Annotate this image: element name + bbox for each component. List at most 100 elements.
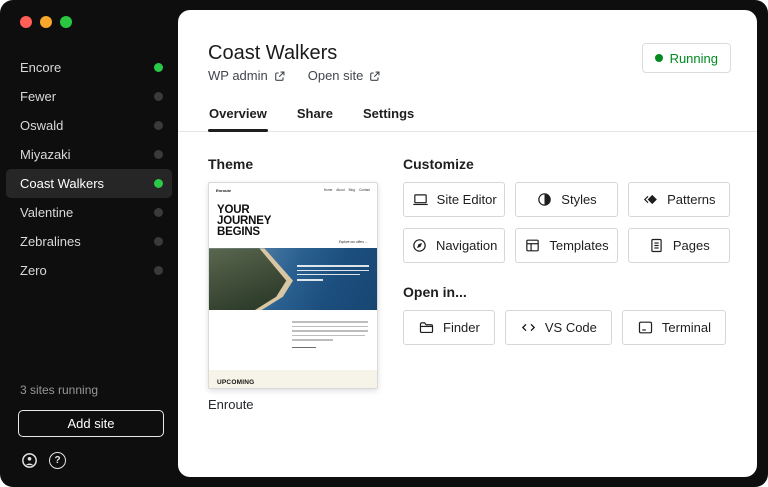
- help-icon[interactable]: ?: [49, 452, 66, 469]
- tab-share[interactable]: Share: [296, 100, 334, 131]
- site-name: Fewer: [20, 89, 56, 104]
- templates-button[interactable]: Templates: [515, 228, 617, 263]
- pages-button[interactable]: Pages: [628, 228, 730, 263]
- sidebar-item-fewer[interactable]: Fewer: [6, 82, 172, 111]
- open-site-link[interactable]: Open site: [308, 68, 382, 83]
- customize-section: Customize Site Editor Styles: [403, 156, 730, 412]
- sidebar-item-miyazaki[interactable]: Miyazaki: [6, 140, 172, 169]
- open-finder-button[interactable]: Finder: [403, 310, 495, 345]
- running-dot-icon: [655, 54, 663, 62]
- main-panel: Coast Walkers WP admin Open site Running: [178, 10, 757, 477]
- preview-explore-link: Explore our offers →: [209, 238, 377, 248]
- preview-hero-line: JOURNEY: [217, 216, 369, 227]
- open-terminal-button[interactable]: Terminal: [622, 310, 726, 345]
- theme-name-label: Enroute: [208, 397, 378, 412]
- navigation-button[interactable]: Navigation: [403, 228, 505, 263]
- styles-icon: [536, 191, 553, 208]
- button-label: Terminal: [662, 320, 711, 335]
- sidebar-item-coast-walkers[interactable]: Coast Walkers: [6, 169, 172, 198]
- tab-overview[interactable]: Overview: [208, 100, 268, 131]
- app-window: Encore Fewer Oswald Miyazaki Coast Walke…: [0, 0, 768, 487]
- site-editor-button[interactable]: Site Editor: [403, 182, 505, 217]
- sidebar-item-oswald[interactable]: Oswald: [6, 111, 172, 140]
- site-status-dot: [154, 150, 163, 159]
- external-link-icon: [273, 70, 286, 83]
- preview-hero-line: BEGINS: [217, 227, 369, 238]
- button-label: Pages: [673, 238, 710, 253]
- vscode-icon: [520, 319, 537, 336]
- open-in-heading: Open in...: [403, 284, 730, 300]
- button-label: Navigation: [436, 238, 497, 253]
- site-name: Oswald: [20, 118, 63, 133]
- preview-text-section: [209, 310, 377, 370]
- templates-icon: [524, 237, 541, 254]
- site-status-dot: [154, 92, 163, 101]
- account-icon[interactable]: [21, 452, 38, 469]
- styles-button[interactable]: Styles: [515, 182, 617, 217]
- external-link-icon: [368, 70, 381, 83]
- site-name: Miyazaki: [20, 147, 71, 162]
- preview-upcoming-heading: UPCOMING: [217, 379, 254, 386]
- customize-button-grid: Site Editor Styles P: [403, 182, 730, 263]
- preview-menu-item: Home: [324, 188, 333, 192]
- tab-bar: Overview Share Settings: [178, 100, 757, 132]
- wp-admin-link[interactable]: WP admin: [208, 68, 286, 83]
- close-window-button[interactable]: [20, 16, 32, 28]
- zoom-window-button[interactable]: [60, 16, 72, 28]
- theme-preview-thumbnail[interactable]: Enroute Home About Blog Contact YOUR JOU…: [208, 182, 378, 389]
- open-in-button-row: Finder VS Code Terminal: [403, 310, 730, 345]
- button-label: Styles: [561, 192, 596, 207]
- sidebar-item-encore[interactable]: Encore: [6, 53, 172, 82]
- preview-hero: YOUR JOURNEY BEGINS: [209, 197, 377, 238]
- wp-admin-link-label: WP admin: [208, 68, 268, 83]
- add-site-button[interactable]: Add site: [18, 410, 164, 437]
- preview-logo: Enroute: [216, 188, 231, 193]
- site-name: Coast Walkers: [20, 176, 104, 191]
- sidebar-site-list: Encore Fewer Oswald Miyazaki Coast Walke…: [0, 53, 178, 285]
- preview-menu-item: Contact: [359, 188, 370, 192]
- theme-section: Theme Enroute Home About Blog Contact YO…: [208, 156, 378, 412]
- tab-settings[interactable]: Settings: [362, 100, 415, 131]
- theme-heading: Theme: [208, 156, 378, 172]
- sites-running-count: 3 sites running: [20, 383, 98, 397]
- finder-icon: [418, 319, 435, 336]
- site-status-dot: [154, 179, 163, 188]
- window-controls: [20, 16, 72, 28]
- navigation-icon: [411, 237, 428, 254]
- terminal-icon: [637, 319, 654, 336]
- preview-menu-item: About: [336, 188, 344, 192]
- site-name: Encore: [20, 60, 61, 75]
- patterns-button[interactable]: Patterns: [628, 182, 730, 217]
- preview-menu: Home About Blog Contact: [324, 188, 370, 192]
- running-status-label: Running: [670, 51, 718, 66]
- preview-paragraph: [292, 321, 368, 351]
- preview-upcoming-section: UPCOMING: [209, 370, 377, 388]
- site-status-dot: [154, 266, 163, 275]
- sidebar-item-valentine[interactable]: Valentine: [6, 198, 172, 227]
- sidebar-item-zero[interactable]: Zero: [6, 256, 172, 285]
- site-name: Zebralines: [20, 234, 81, 249]
- pages-icon: [648, 237, 665, 254]
- site-editor-icon: [412, 191, 429, 208]
- patterns-icon: [642, 191, 659, 208]
- page-title: Coast Walkers: [208, 42, 337, 65]
- overview-content: Theme Enroute Home About Blog Contact YO…: [208, 156, 730, 412]
- sidebar-bottom-icons: ?: [21, 452, 66, 469]
- button-label: Templates: [549, 238, 608, 253]
- site-name: Valentine: [20, 205, 73, 220]
- sidebar-item-zebralines[interactable]: Zebralines: [6, 227, 172, 256]
- site-status-dot: [154, 237, 163, 246]
- button-label: VS Code: [545, 320, 597, 335]
- button-label: Site Editor: [437, 192, 497, 207]
- button-label: Patterns: [667, 192, 715, 207]
- preview-quote-block: [297, 265, 369, 283]
- header-links: WP admin Open site: [208, 68, 381, 83]
- preview-menu-item: Blog: [349, 188, 355, 192]
- open-vscode-button[interactable]: VS Code: [505, 310, 612, 345]
- running-status-badge[interactable]: Running: [642, 43, 731, 73]
- site-status-dot: [154, 121, 163, 130]
- site-status-dot: [154, 208, 163, 217]
- minimize-window-button[interactable]: [40, 16, 52, 28]
- customize-heading: Customize: [403, 156, 730, 172]
- site-status-dot: [154, 63, 163, 72]
